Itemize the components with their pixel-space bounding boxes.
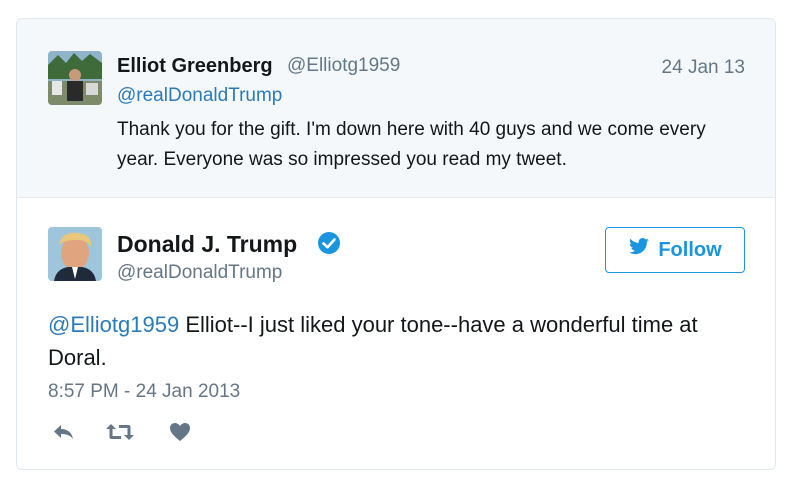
quoted-mention-link[interactable]: @realDonaldTrump bbox=[117, 85, 282, 107]
author-name[interactable]: Donald J. Trump bbox=[117, 231, 297, 258]
follow-button[interactable]: Follow bbox=[605, 227, 745, 273]
author-handle[interactable]: @realDonaldTrump bbox=[117, 262, 282, 284]
retweet-button[interactable] bbox=[104, 419, 136, 449]
tweet-text: @Elliotg1959 Elliot--I just liked your t… bbox=[48, 308, 748, 374]
quoted-tweet-text: Thank you for the gift. I'm down here wi… bbox=[117, 119, 706, 170]
elliot-avatar[interactable] bbox=[48, 51, 102, 105]
verified-badge-icon bbox=[317, 231, 341, 255]
heart-icon bbox=[169, 422, 191, 447]
follow-label: Follow bbox=[658, 238, 722, 261]
tweet-mention-link[interactable]: @Elliotg1959 bbox=[48, 312, 179, 337]
quoted-author-name[interactable]: Elliot Greenberg bbox=[117, 55, 273, 78]
quoted-date[interactable]: 24 Jan 13 bbox=[662, 57, 745, 79]
embedded-tweet-card: Elliot Greenberg @Elliotg1959 24 Jan 13 … bbox=[16, 18, 776, 470]
quoted-author-handle[interactable]: @Elliotg1959 bbox=[287, 55, 400, 77]
reply-icon bbox=[52, 422, 76, 447]
like-button[interactable] bbox=[164, 419, 196, 449]
retweet-icon bbox=[105, 422, 135, 447]
quoted-tweet[interactable]: Elliot Greenberg @Elliotg1959 24 Jan 13 … bbox=[17, 19, 775, 198]
reply-button[interactable] bbox=[48, 419, 80, 449]
trump-avatar[interactable] bbox=[48, 227, 102, 281]
twitter-bird-icon bbox=[628, 238, 650, 262]
tweet-timestamp[interactable]: 8:57 PM - 24 Jan 2013 bbox=[48, 381, 240, 403]
